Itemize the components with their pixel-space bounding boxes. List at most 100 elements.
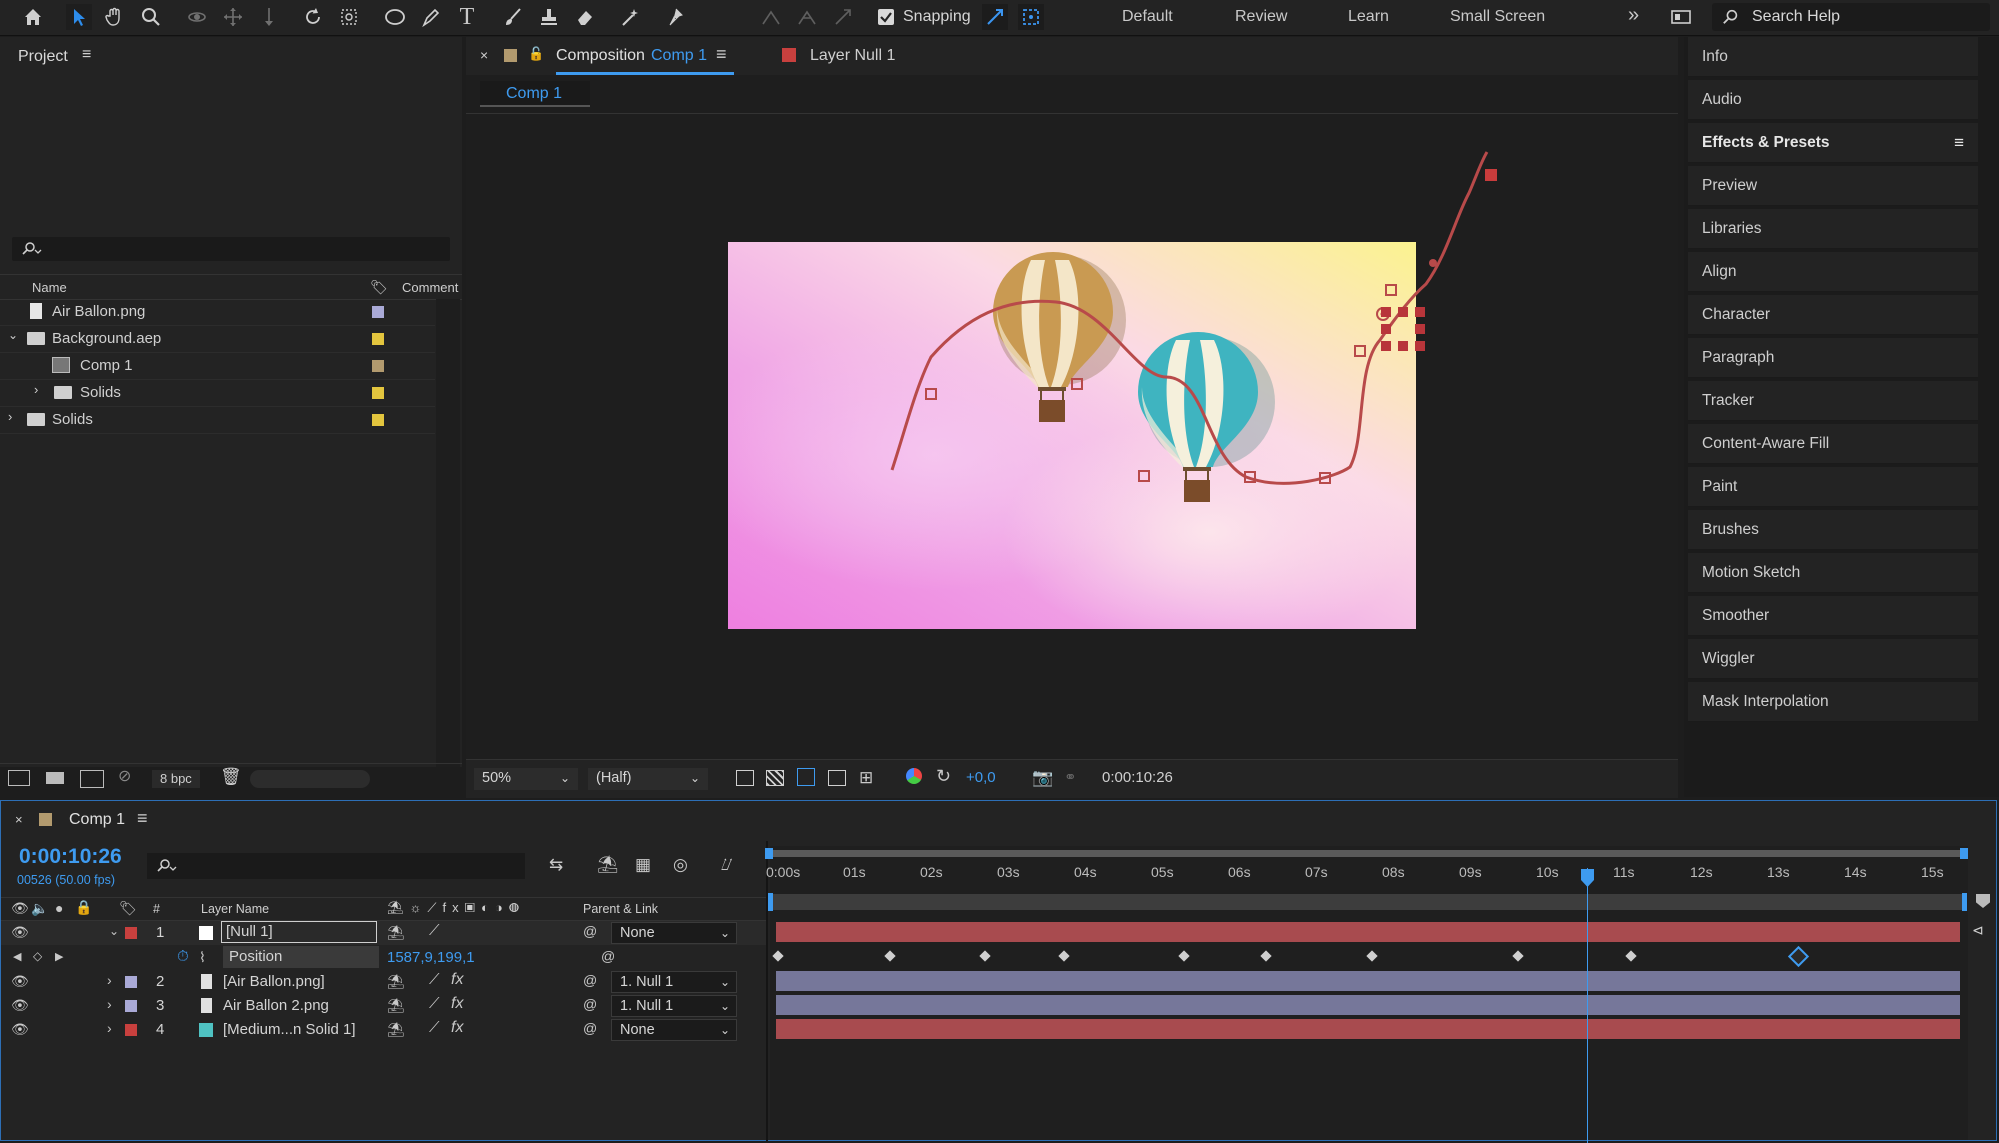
zoom-dropdown[interactable]: 50% ⌄ xyxy=(474,768,578,790)
layer-bar-solid[interactable] xyxy=(776,1019,1960,1039)
breadcrumb-comp[interactable]: Comp 1 xyxy=(506,85,562,103)
region-of-interest-icon[interactable] xyxy=(828,770,846,786)
name-column-header[interactable]: Name xyxy=(32,280,67,295)
quality-switch-icon[interactable]: ⟋ xyxy=(429,922,440,939)
layer-name-column[interactable]: Layer Name xyxy=(201,902,269,916)
navigator-end-handle[interactable] xyxy=(1962,893,1967,911)
show-snapshot-icon[interactable]: ⚭ xyxy=(1064,768,1077,786)
shy-switch-icon[interactable]: ⛱ xyxy=(387,973,405,990)
workspace-review[interactable]: Review xyxy=(1235,8,1287,26)
parent-dropdown[interactable]: None ⌄ xyxy=(611,922,737,944)
comp-marker-icon[interactable]: ⊲ xyxy=(1972,922,1984,939)
parent-dropdown[interactable]: None ⌄ xyxy=(611,1019,737,1041)
timeline-layer-row[interactable]: 👁 › 4 [Medium...n Solid 1] ⛱ ⟋ fx @ None… xyxy=(1,1018,766,1042)
hand-tool-icon[interactable] xyxy=(102,4,128,30)
type-tool-icon[interactable]: T xyxy=(454,4,480,30)
parent-dropdown[interactable]: 1. Null 1 ⌄ xyxy=(611,971,737,993)
work-area-start-handle[interactable] xyxy=(765,848,773,859)
tracker-panel[interactable]: Tracker xyxy=(1688,381,1978,421)
composition-tab-comp[interactable]: Comp 1 xyxy=(651,47,707,65)
layer-bar-null[interactable] xyxy=(776,922,1960,942)
stopwatch-icon[interactable]: ⏱ xyxy=(177,948,189,965)
chevron-right-icon[interactable]: › xyxy=(107,972,112,988)
quality-switch-icon[interactable]: ⟋ xyxy=(429,1019,440,1036)
comp-breadcrumb[interactable]: Comp 1 xyxy=(480,81,590,107)
snap-feature-icon[interactable] xyxy=(1018,4,1044,30)
next-keyframe-icon[interactable]: ▶ xyxy=(55,950,63,963)
audio-panel[interactable]: Audio xyxy=(1688,80,1978,120)
reset-exposure-icon[interactable]: ↻ xyxy=(936,766,951,787)
shy-switch-icon[interactable]: ⛱ xyxy=(387,1021,405,1038)
layer-label-swatch[interactable] xyxy=(125,927,137,939)
search-help-field[interactable]: Search Help xyxy=(1712,3,1990,31)
expression-pick-whip-icon[interactable]: @ xyxy=(601,948,615,964)
timeline-layer-row[interactable]: 👁 › 2 [Air Ballon.png] ⛱ ⟋ fx @ 1. Null … xyxy=(1,970,766,994)
workspace-default[interactable]: Default xyxy=(1122,8,1173,26)
shy-layers-icon[interactable]: ⛱ xyxy=(597,855,619,875)
work-area-end-handle[interactable] xyxy=(1960,848,1968,859)
layer-tab[interactable]: Layer Null 1 xyxy=(810,47,895,65)
timeline-layer-row[interactable]: 👁 ⌄ 1 [Null 1] ⛱ ⟋ @ None ⌄ xyxy=(1,921,766,945)
time-navigator[interactable] xyxy=(772,894,1964,910)
mask-interpolation-panel[interactable]: Mask Interpolation xyxy=(1688,682,1978,722)
panel-menu-icon[interactable]: ≡ xyxy=(137,808,148,829)
viewer-timecode[interactable]: 0:00:10:26 xyxy=(1102,769,1173,786)
audio-icon[interactable]: 🔈 xyxy=(31,900,48,917)
distribute-icon[interactable] xyxy=(794,4,820,30)
align-layers-icon[interactable] xyxy=(758,4,784,30)
align-panel[interactable]: Align xyxy=(1688,252,1978,292)
chevron-right-icon[interactable]: › xyxy=(107,996,112,1012)
bit-depth-button[interactable]: 8 bpc xyxy=(152,770,200,788)
layer-search-input[interactable] xyxy=(147,853,525,879)
layer-label-swatch[interactable] xyxy=(125,1000,137,1012)
extend-icon[interactable] xyxy=(830,4,856,30)
panel-menu-icon[interactable]: ≡ xyxy=(1954,123,1964,163)
navigator-start-handle[interactable] xyxy=(768,893,773,911)
home-icon[interactable] xyxy=(20,4,46,30)
frame-blending-icon[interactable]: ▦ xyxy=(635,855,651,875)
effects-switch-icon[interactable]: fx xyxy=(451,1019,463,1037)
position-value[interactable]: 1587,9,199,1 xyxy=(387,949,475,966)
resolution-dropdown[interactable]: (Half) ⌄ xyxy=(588,768,708,790)
layer-name[interactable]: [Air Ballon.png] xyxy=(223,973,325,990)
workspace-small-screen[interactable]: Small Screen xyxy=(1450,8,1545,26)
paragraph-panel[interactable]: Paragraph xyxy=(1688,338,1978,378)
more-workspaces-icon[interactable]: » xyxy=(1628,4,1639,27)
anchor-point-tool-icon[interactable] xyxy=(336,4,362,30)
content-aware-fill-panel[interactable]: Content-Aware Fill xyxy=(1688,424,1978,464)
timeline-track-area[interactable] xyxy=(770,846,1968,1140)
layer-bar-air-ballon-2[interactable] xyxy=(776,995,1960,1015)
solo-icon[interactable]: ● xyxy=(55,900,63,916)
shy-switch-icon[interactable]: ⛱ xyxy=(387,924,405,941)
composition-tab-label[interactable]: Composition xyxy=(556,47,645,65)
workspace-learn[interactable]: Learn xyxy=(1348,8,1389,26)
zoom-tool-icon[interactable] xyxy=(138,4,164,30)
trash-icon[interactable]: 🗑 xyxy=(220,767,242,787)
project-item[interactable]: ⌄ Background.aep xyxy=(0,326,435,353)
dolly-camera-icon[interactable] xyxy=(256,4,282,30)
chevron-right-icon[interactable]: › xyxy=(107,1020,112,1036)
label-tag-icon[interactable]: 🏷 xyxy=(370,279,388,296)
graph-toggle-icon[interactable]: ⌇ xyxy=(199,949,206,966)
eye-icon[interactable]: 👁 xyxy=(11,1021,29,1038)
lock-icon[interactable]: 🔒 xyxy=(75,899,92,916)
color-channel-icon[interactable] xyxy=(906,768,922,784)
interpret-footage-icon[interactable] xyxy=(8,770,30,786)
previous-keyframe-icon[interactable]: ◀ xyxy=(13,950,21,963)
chevron-right-icon[interactable]: › xyxy=(8,409,12,424)
mask-visibility-icon[interactable] xyxy=(797,768,815,786)
eye-icon[interactable]: 👁 xyxy=(11,924,29,941)
parent-dropdown[interactable]: 1. Null 1 ⌄ xyxy=(611,995,737,1017)
clone-stamp-tool-icon[interactable] xyxy=(536,4,562,30)
label-tag-icon[interactable]: 🏷 xyxy=(119,900,137,917)
pick-whip-icon[interactable]: @ xyxy=(583,996,597,1012)
brush-tool-icon[interactable] xyxy=(500,4,526,30)
pick-whip-icon[interactable]: @ xyxy=(583,1020,597,1036)
selection-tool-icon[interactable] xyxy=(66,4,92,30)
quality-switch-icon[interactable]: ⟋ xyxy=(429,995,440,1012)
libraries-panel[interactable]: Libraries xyxy=(1688,209,1978,249)
eye-icon[interactable]: 👁 xyxy=(11,900,29,917)
layer-name[interactable]: [Medium...n Solid 1] xyxy=(223,1021,356,1038)
quality-switch-icon[interactable]: ⟋ xyxy=(429,971,440,988)
character-panel[interactable]: Character xyxy=(1688,295,1978,335)
